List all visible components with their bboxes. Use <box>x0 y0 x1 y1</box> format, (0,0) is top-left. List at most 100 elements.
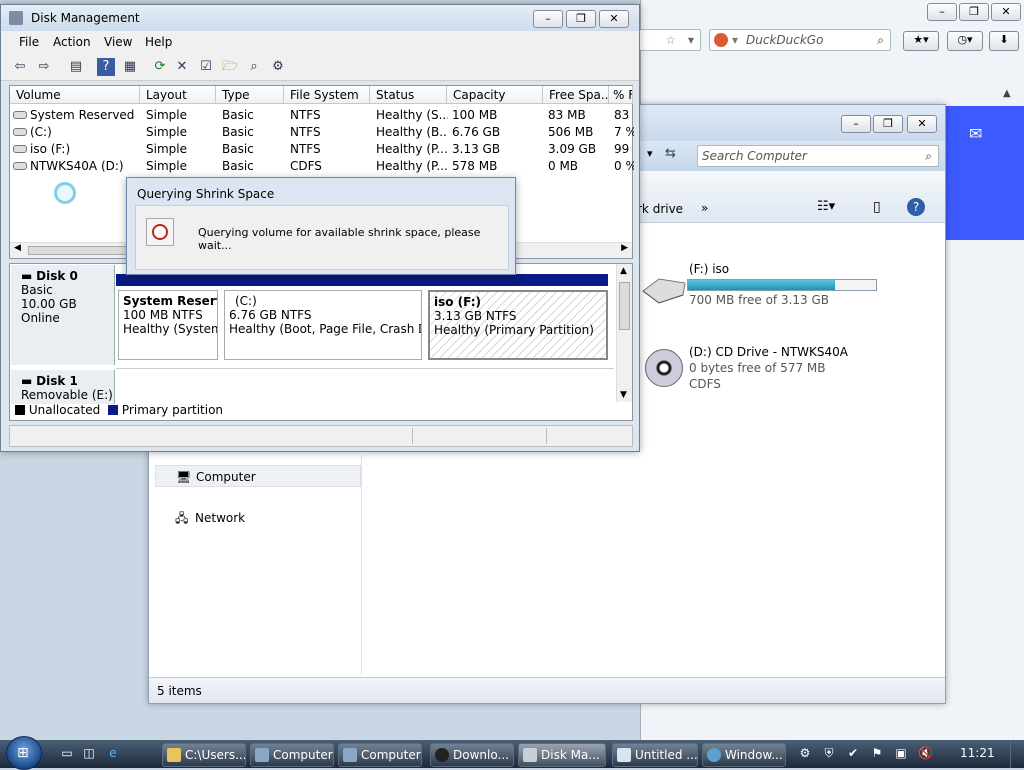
task-computer-1[interactable]: Computer <box>250 743 334 767</box>
scroll-up-icon[interactable]: ▲ <box>1003 88 1011 99</box>
partition-f-selected[interactable]: iso (F:) 3.13 GB NTFS Healthy (Primary P… <box>428 290 608 360</box>
download-button[interactable]: ⬇ <box>989 31 1019 51</box>
tray-security-icon[interactable]: ⛨ <box>822 746 836 760</box>
partition-c[interactable]: (C:) 6.76 GB NTFS Healthy (Boot, Page Fi… <box>224 290 422 360</box>
forward-icon[interactable]: ⇨ <box>35 58 53 76</box>
help-icon[interactable]: ? <box>97 58 115 76</box>
checklist-icon[interactable]: ☑ <box>197 58 215 76</box>
history-button[interactable]: ◷▾ <box>947 31 983 51</box>
task-disk-management[interactable]: Disk Ma... <box>518 743 606 767</box>
drive-f-name[interactable]: (F:) iso <box>689 262 729 276</box>
chevron-down-icon[interactable]: ▾ <box>688 30 694 50</box>
browser-restore-button[interactable]: ❐ <box>959 3 989 21</box>
task-downloads[interactable]: Downlo... <box>430 743 514 767</box>
menu-action[interactable]: Action <box>53 35 91 49</box>
browser-close-button[interactable]: ✕ <box>991 3 1021 21</box>
task-untitled[interactable]: Untitled ... <box>612 743 698 767</box>
refresh-icon[interactable]: ⟳ <box>151 58 169 76</box>
explorer-minimize-button[interactable]: – <box>841 115 871 133</box>
help-icon[interactable]: ? <box>907 198 925 216</box>
back-icon[interactable]: ⇦ <box>11 58 29 76</box>
col-percent[interactable]: % F <box>609 86 633 104</box>
browser-url-bar[interactable]: ☆ ▾ <box>639 29 701 51</box>
col-layout[interactable]: Layout <box>140 86 216 104</box>
menu-help[interactable]: Help <box>145 35 172 49</box>
open-folder-icon[interactable]: 🗁 <box>221 58 239 76</box>
dm-restore-button[interactable]: ❐ <box>566 10 596 28</box>
drive-f-icon[interactable] <box>639 273 687 307</box>
dm-close-button[interactable]: ✕ <box>599 10 629 28</box>
show-desktop-button[interactable] <box>1010 740 1024 768</box>
ie-icon[interactable]: e <box>106 746 120 760</box>
nav-item-network[interactable]: 🖧 Network <box>155 507 361 529</box>
delete-icon[interactable]: ✕ <box>173 58 191 76</box>
task-users-folder[interactable]: C:\Users... <box>162 743 246 767</box>
disk1-label[interactable]: ▬ Disk 1 Removable (E:) <box>11 370 115 404</box>
tray-gear-icon[interactable]: ⚙ <box>798 746 812 760</box>
search-icon[interactable]: ⌕ <box>877 30 884 50</box>
mail-icon[interactable]: ✉ <box>969 124 982 143</box>
disk1-name: Disk 1 <box>36 374 78 388</box>
tray-network-icon[interactable]: ▣ <box>894 746 908 760</box>
v-scroll-thumb[interactable] <box>619 282 630 330</box>
explorer-close-button[interactable]: ✕ <box>907 115 937 133</box>
table-row[interactable]: (C:) Simple Basic NTFS Healthy (B... 6.76 GB 5… <box>10 124 634 141</box>
vertical-scrollbar[interactable]: ▲ ▼ <box>616 264 632 402</box>
windows-logo-icon: ⊞ <box>17 745 29 761</box>
drive-d-name[interactable]: (D:) CD Drive - NTWKS40A <box>689 345 848 359</box>
disk-management-icon <box>523 748 537 762</box>
properties-icon[interactable]: ▦ <box>121 58 139 76</box>
disk0-label[interactable]: ▬ Disk 0 Basic 10.00 GB Online <box>11 265 115 365</box>
tray-volume-muted-icon[interactable]: 🔇 <box>918 746 933 760</box>
preview-pane-icon[interactable]: ▯ <box>873 199 881 215</box>
show-desktop-icon[interactable]: ▭ <box>60 746 74 760</box>
cd-drive-icon <box>13 162 27 170</box>
scroll-right-icon[interactable]: ▶ <box>621 243 628 253</box>
disk-management-icon <box>9 11 23 25</box>
explorer-search-input[interactable]: Search Computer ⌕ <box>697 145 939 167</box>
nav-item-computer[interactable]: 🖥 Computer <box>155 465 361 487</box>
search-icon[interactable]: ⌕ <box>245 58 263 76</box>
star-icon[interactable]: ☆ <box>665 30 676 50</box>
task-label: Downlo... <box>453 748 509 762</box>
col-volume[interactable]: Volume <box>10 86 140 104</box>
task-computer-2[interactable]: Computer <box>338 743 422 767</box>
refresh-icon[interactable]: ⇆ <box>665 146 676 161</box>
col-status[interactable]: Status <box>370 86 447 104</box>
col-free[interactable]: Free Spa... <box>543 86 609 104</box>
tray-flag-icon[interactable]: ⚑ <box>870 746 884 760</box>
scroll-left-icon[interactable]: ◀ <box>14 243 21 253</box>
explorer-restore-button[interactable]: ❐ <box>873 115 903 133</box>
browser-minimize-button[interactable]: – <box>927 3 957 21</box>
scroll-thumb[interactable] <box>28 246 128 255</box>
address-dropdown-icon[interactable]: ▾ <box>647 147 653 160</box>
settings-icon[interactable]: ⚙ <box>269 58 287 76</box>
search-dropdown-icon[interactable]: ▾ <box>732 30 738 50</box>
table-row[interactable]: System Reserved Simple Basic NTFS Healthy (S… <box>10 107 632 124</box>
task-windows[interactable]: Window... <box>702 743 786 767</box>
scroll-up-icon[interactable]: ▲ <box>620 266 627 276</box>
bookmarks-button[interactable]: ★▾ <box>903 31 939 51</box>
col-capacity[interactable]: Capacity <box>447 86 543 104</box>
tray-check-icon[interactable]: ✔ <box>846 746 860 760</box>
menu-file[interactable]: File <box>19 35 39 49</box>
console-tree-icon[interactable]: ▤ <box>67 58 85 76</box>
dm-status-bar <box>9 425 633 447</box>
cd-drive-icon[interactable] <box>645 349 683 387</box>
partition-system-reserved[interactable]: System Reserve 100 MB NTFS Healthy (Syst… <box>118 290 218 360</box>
table-row[interactable]: NTWKS40A (D:) Simple Basic CDFS Healthy (P..… <box>10 158 634 175</box>
scroll-down-icon[interactable]: ▼ <box>620 390 627 400</box>
view-options-icon[interactable]: ☷▾ <box>817 199 835 214</box>
col-filesystem[interactable]: File System <box>284 86 370 104</box>
cmd-map-drive[interactable]: rk drive <box>637 202 683 216</box>
cmd-more-button[interactable]: » <box>701 201 708 215</box>
menu-view[interactable]: View <box>104 35 132 49</box>
switch-windows-icon[interactable]: ◫ <box>82 746 96 760</box>
browser-search-input[interactable]: ▾ DuckDuckGo ⌕ <box>709 29 891 51</box>
search-icon[interactable]: ⌕ <box>925 146 932 166</box>
dm-minimize-button[interactable]: – <box>533 10 563 28</box>
clock[interactable]: 11:21 <box>960 746 995 760</box>
col-type[interactable]: Type <box>216 86 284 104</box>
table-row[interactable]: iso (F:) Simple Basic NTFS Healthy (P... 3.13… <box>10 141 632 158</box>
start-button[interactable]: ⊞ <box>6 736 42 770</box>
